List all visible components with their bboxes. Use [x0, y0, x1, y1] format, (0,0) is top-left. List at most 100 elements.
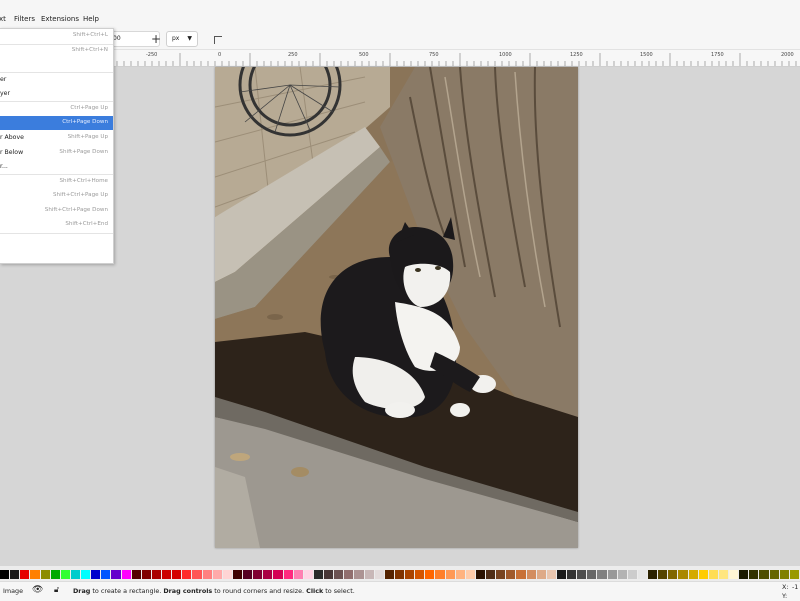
color-swatch[interactable]: [263, 570, 273, 579]
color-swatch[interactable]: [759, 570, 769, 579]
color-swatch[interactable]: [415, 570, 425, 579]
color-swatch[interactable]: [698, 570, 708, 579]
color-swatch[interactable]: [324, 570, 334, 579]
menu-help[interactable]: Help: [83, 15, 99, 23]
color-swatch[interactable]: [546, 570, 556, 579]
unit-select[interactable]: px ▼: [166, 31, 198, 47]
color-swatch[interactable]: [658, 570, 668, 579]
color-swatch[interactable]: [496, 570, 506, 579]
color-swatch[interactable]: [60, 570, 70, 579]
menu-item-lower-layer[interactable]: Shift+Ctrl+Page Down: [0, 204, 113, 218]
horizontal-ruler[interactable]: -250 0 250 500 750 1000 1250 1500 1750 2…: [0, 50, 800, 67]
color-swatch[interactable]: [364, 570, 374, 579]
color-swatch[interactable]: [222, 570, 232, 579]
color-swatch[interactable]: [243, 570, 253, 579]
color-swatch[interactable]: [384, 570, 394, 579]
color-swatch[interactable]: [40, 570, 50, 579]
color-swatch[interactable]: [526, 570, 536, 579]
color-swatch[interactable]: [739, 570, 749, 579]
color-swatch[interactable]: [394, 570, 405, 579]
color-swatch[interactable]: [303, 570, 313, 579]
color-swatch[interactable]: [334, 570, 344, 579]
color-swatch[interactable]: [648, 570, 658, 579]
color-swatch[interactable]: [121, 570, 131, 579]
menu-item-move-to-layer[interactable]: r...: [0, 160, 113, 174]
menu-item-raise-layer[interactable]: Shift+Ctrl+Page Up: [0, 189, 113, 203]
color-swatch[interactable]: [729, 570, 739, 579]
color-swatch[interactable]: [313, 570, 324, 579]
color-swatch[interactable]: [70, 570, 80, 579]
menu-item-move-to-layer-below[interactable]: r Below Shift+Page Down: [0, 146, 113, 160]
color-swatch[interactable]: [344, 570, 354, 579]
cat-photo[interactable]: [215, 67, 578, 548]
color-swatch[interactable]: [779, 570, 789, 579]
color-swatch[interactable]: [556, 570, 567, 579]
color-swatch[interactable]: [30, 570, 40, 579]
color-swatch[interactable]: [749, 570, 759, 579]
color-swatch[interactable]: [668, 570, 678, 579]
menu-item-switch-to-layer-below[interactable]: Ctrl+Page Down: [0, 116, 113, 130]
color-swatch[interactable]: [273, 570, 283, 579]
menu-item-move-to-layer-above[interactable]: r Above Shift+Page Up: [0, 131, 113, 145]
menu-item-rename-layer[interactable]: er: [0, 73, 113, 87]
color-swatch[interactable]: [597, 570, 607, 579]
color-swatch[interactable]: [354, 570, 364, 579]
color-swatch[interactable]: [182, 570, 192, 579]
color-swatch[interactable]: [718, 570, 729, 579]
color-swatch[interactable]: [577, 570, 587, 579]
color-swatch[interactable]: [232, 570, 243, 579]
menu-item-layers-and-objects[interactable]: Shift+Ctrl+L: [0, 29, 113, 43]
menu-filters[interactable]: Filters: [14, 15, 35, 23]
color-swatch[interactable]: [50, 570, 60, 579]
color-swatch[interactable]: [162, 570, 172, 579]
eye-icon[interactable]: 👁: [32, 585, 43, 595]
color-swatch[interactable]: [637, 570, 648, 579]
menu-item-switch-to-layer-above[interactable]: Ctrl+Page Up: [0, 102, 113, 116]
color-swatch[interactable]: [374, 570, 384, 579]
color-swatch[interactable]: [202, 570, 212, 579]
color-swatch[interactable]: [536, 570, 546, 579]
menu-extensions[interactable]: Extensions: [41, 15, 79, 23]
color-swatch[interactable]: [101, 570, 111, 579]
color-swatch[interactable]: [678, 570, 688, 579]
color-swatch[interactable]: [587, 570, 597, 579]
color-swatch[interactable]: [769, 570, 779, 579]
color-swatch[interactable]: [445, 570, 455, 579]
color-swatch[interactable]: [192, 570, 202, 579]
color-swatch[interactable]: [425, 570, 435, 579]
color-swatch[interactable]: [567, 570, 577, 579]
color-swatch[interactable]: [405, 570, 415, 579]
color-swatch[interactable]: [465, 570, 475, 579]
menu-item-layer-to-top[interactable]: Shift+Ctrl+Home: [0, 175, 113, 189]
menu-layer[interactable]: xt: [0, 15, 6, 23]
color-swatch[interactable]: [486, 570, 496, 579]
color-swatch[interactable]: [475, 570, 486, 579]
color-swatch[interactable]: [455, 570, 465, 579]
color-swatch[interactable]: [172, 570, 182, 579]
color-swatch[interactable]: [708, 570, 718, 579]
color-swatch[interactable]: [435, 570, 445, 579]
color-swatch[interactable]: [253, 570, 263, 579]
lock-icon[interactable]: 🔓︎: [54, 585, 59, 595]
color-swatch[interactable]: [293, 570, 303, 579]
color-swatch[interactable]: [20, 570, 30, 579]
color-swatch[interactable]: [617, 570, 627, 579]
increment-button[interactable]: +: [151, 31, 161, 47]
menu-item-add-layer[interactable]: Shift+Ctrl+N: [0, 44, 113, 58]
color-swatch[interactable]: [10, 570, 20, 579]
color-swatch[interactable]: [151, 570, 162, 579]
color-swatch[interactable]: [506, 570, 516, 579]
color-swatch[interactable]: [688, 570, 698, 579]
menu-item-delete-layer[interactable]: yer: [0, 87, 113, 101]
color-swatch[interactable]: [789, 570, 799, 579]
color-swatch[interactable]: [627, 570, 637, 579]
color-swatch[interactable]: [607, 570, 617, 579]
color-swatch[interactable]: [141, 570, 151, 579]
color-swatch[interactable]: [111, 570, 121, 579]
color-swatch[interactable]: [91, 570, 101, 579]
menu-item-layer-to-bottom[interactable]: Shift+Ctrl+End: [0, 218, 113, 232]
color-swatch[interactable]: [283, 570, 293, 579]
color-swatch[interactable]: [516, 570, 526, 579]
color-swatch[interactable]: [0, 570, 10, 579]
color-swatch[interactable]: [131, 570, 141, 579]
